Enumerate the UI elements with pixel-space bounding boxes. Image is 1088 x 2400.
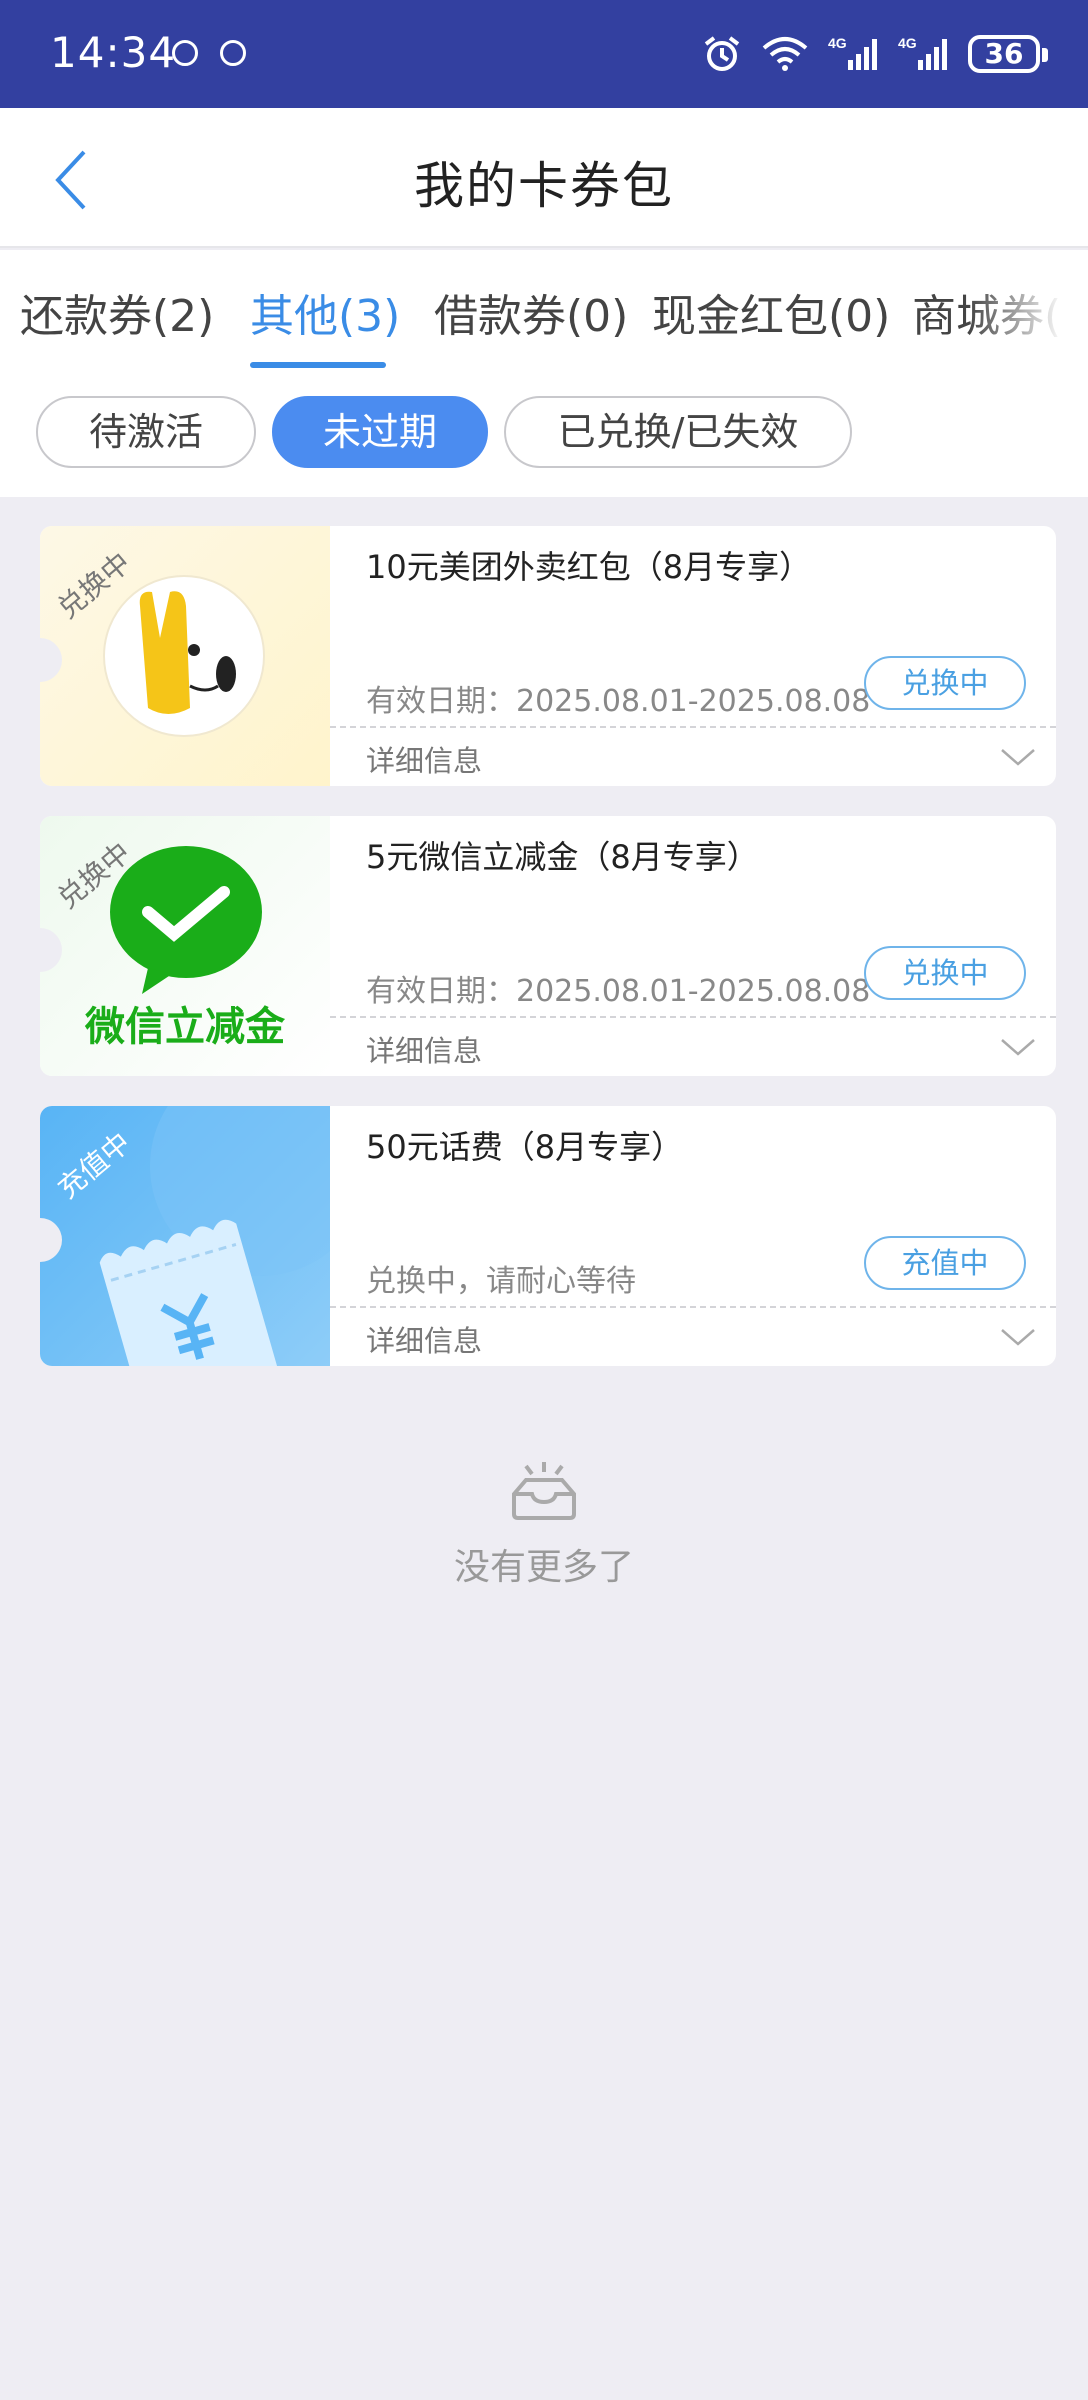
card-validity: 有效日期：2025.08.01-2025.08.08	[366, 974, 871, 1009]
card-divider	[330, 726, 1056, 728]
tab-active-indicator	[250, 362, 386, 368]
tab-loan[interactable]: 借款券(0)	[434, 280, 628, 344]
card-progress-text: 兑换中，请耐心等待	[366, 1264, 636, 1299]
card-divider	[330, 1016, 1056, 1018]
card-title: 10元美团外卖红包（8月专享）	[366, 548, 812, 586]
message-icon	[172, 40, 198, 66]
card-detail-link[interactable]: 详细信息	[366, 1028, 482, 1070]
card-status-button[interactable]: 充值中	[864, 1236, 1026, 1290]
wifi-icon	[762, 37, 808, 71]
page-header: 我的卡券包	[0, 108, 1088, 248]
filter-bar: 待激活 未过期 已兑换/已失效	[0, 370, 1088, 497]
card-detail-link[interactable]: 详细信息	[366, 738, 482, 780]
alarm-icon	[704, 36, 740, 71]
wechat-logo-icon	[110, 846, 262, 994]
tab-bar: 还款券(2) 其他(3) 借款券(0) 现金红包(0) 商城券(0)	[0, 250, 1088, 370]
empty-tray-icon	[512, 1462, 576, 1520]
filter-redeemed-expired[interactable]: 已兑换/已失效	[504, 396, 852, 468]
signal-4g-icon: 4G	[898, 35, 947, 70]
chevron-down-icon[interactable]	[1000, 1032, 1036, 1062]
tab-other[interactable]: 其他(3)	[250, 280, 400, 344]
wechat-image-caption: 微信立减金	[85, 1004, 285, 1050]
svg-text:4G: 4G	[828, 35, 847, 51]
coupon-image-wechat: 微信立减金 兑换中	[40, 816, 330, 1076]
card-title: 50元话费（8月专享）	[366, 1128, 684, 1166]
chevron-down-icon[interactable]	[1000, 1322, 1036, 1352]
coupon-card[interactable]: 充值中 50元话费（8月专享） 兑换中，请耐心等待 充值中 详细信息	[40, 1106, 1056, 1366]
svg-text:4G: 4G	[898, 35, 917, 51]
card-title: 5元微信立减金（8月专享）	[366, 838, 759, 876]
card-detail-link[interactable]: 详细信息	[366, 1318, 482, 1360]
status-time: 14:34	[50, 28, 177, 77]
coupon-card[interactable]: 微信立减金 兑换中 5元微信立减金（8月专享） 有效日期：2025.08.01-…	[40, 816, 1056, 1076]
chevron-down-icon[interactable]	[1000, 742, 1036, 772]
card-status-button[interactable]: 兑换中	[864, 656, 1026, 710]
signal-4g-icon: 4G	[828, 35, 877, 70]
card-status-button[interactable]: 兑换中	[864, 946, 1026, 1000]
coupon-image-phone-credit: 充值中	[40, 1106, 330, 1366]
notification-icon	[220, 40, 246, 66]
tab-cash-redpacket[interactable]: 现金红包(0)	[652, 280, 890, 344]
filter-unexpired[interactable]: 未过期	[272, 396, 488, 468]
card-validity: 有效日期：2025.08.01-2025.08.08	[366, 684, 871, 719]
coupon-card[interactable]: 兑换中 10元美团外卖红包（8月专享） 有效日期：2025.08.01-2025…	[40, 526, 1056, 786]
empty-state-text: 没有更多了	[453, 1547, 634, 1588]
coupon-image-meituan: 兑换中	[40, 526, 330, 786]
card-divider	[330, 1306, 1056, 1308]
battery-indicator: 36	[968, 35, 1048, 73]
filter-to-activate[interactable]: 待激活	[36, 396, 256, 468]
tab-fade-overlay	[968, 250, 1088, 370]
tab-repayment[interactable]: 还款券(2)	[20, 280, 214, 344]
status-bar: 14:34 4G 4G 36	[0, 0, 1088, 108]
page-title: 我的卡券包	[414, 157, 674, 215]
